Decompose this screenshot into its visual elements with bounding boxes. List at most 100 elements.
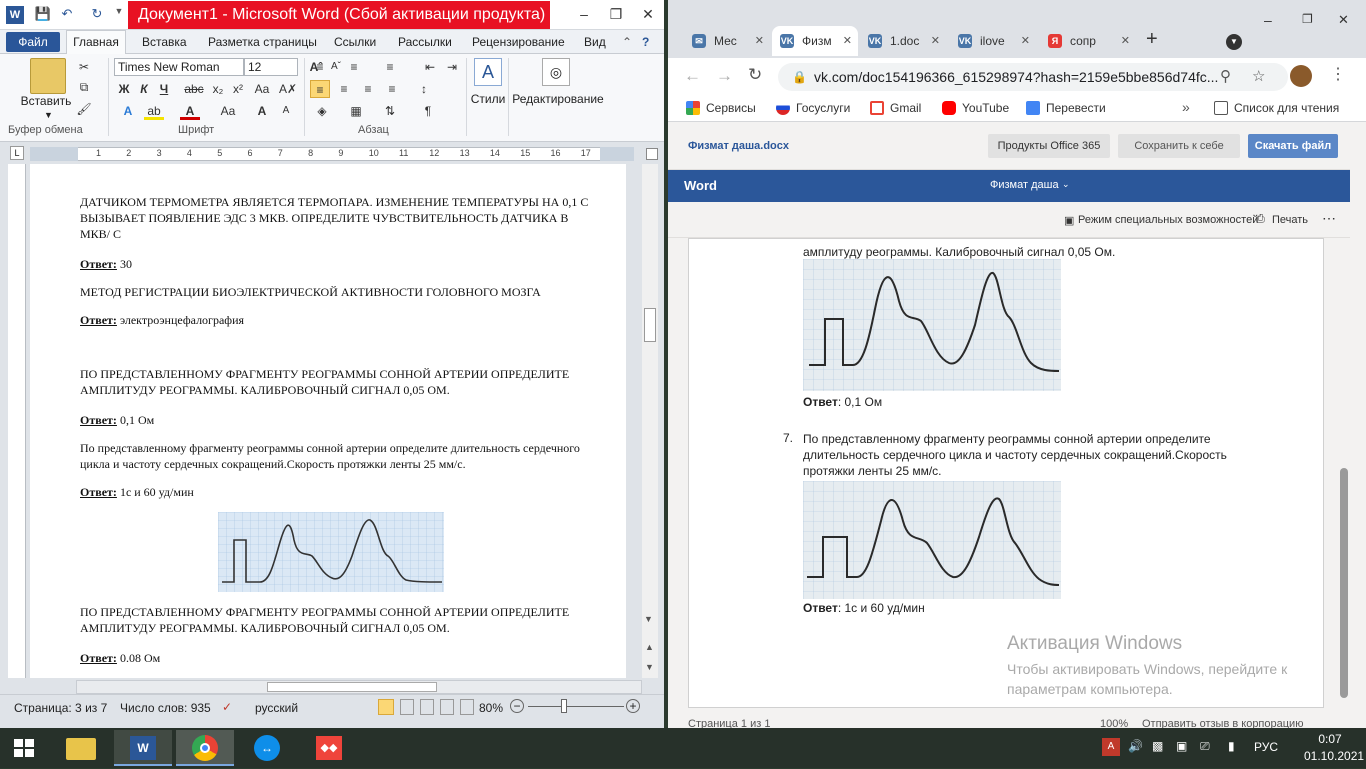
zoom-in-icon[interactable]: + — [626, 699, 640, 713]
bookmark-gmail[interactable]: Gmail — [870, 100, 921, 116]
sort-icon[interactable]: ⇅ — [380, 102, 400, 120]
tab-page-layout[interactable]: Разметка страницы — [208, 33, 317, 51]
align-center-button[interactable]: ≡ — [334, 80, 354, 98]
outline-view-icon[interactable] — [440, 699, 454, 715]
accessibility-mode-button[interactable]: Режим специальных возможностей — [1078, 214, 1258, 226]
reading-list[interactable]: Список для чтения — [1214, 100, 1339, 116]
viewer-document[interactable]: амплитуду реограммы. Калибровочный сигна… — [688, 238, 1324, 708]
taskbar-teamviewer[interactable]: ↔ — [238, 730, 296, 766]
tab-view[interactable]: Вид — [584, 33, 606, 51]
address-bar[interactable]: 🔒 vk.com/doc154196366_615298974?hash=215… — [778, 63, 1288, 91]
doc-title[interactable]: Физмат даша — [990, 179, 1059, 191]
print-button[interactable]: Печать — [1272, 214, 1308, 226]
chevron-down-icon[interactable]: ⌄ — [1062, 179, 1070, 190]
tab-mailings[interactable]: Рассылки — [398, 33, 452, 51]
viewer-scroll-thumb[interactable] — [1340, 468, 1348, 698]
paste-dropdown-icon[interactable]: ▼ — [44, 110, 53, 120]
tab-file[interactable]: Файл — [6, 32, 60, 52]
tab-home[interactable]: Главная — [66, 30, 126, 55]
justify-button[interactable]: ≡ — [382, 80, 402, 98]
monitor-icon[interactable]: ▣ — [1176, 739, 1187, 753]
tab-search-icon[interactable]: ▼ — [1226, 34, 1242, 50]
redo-icon[interactable]: ↻ — [88, 6, 106, 24]
office365-button[interactable]: Продукты Office 365 — [988, 134, 1110, 158]
strikethrough-icon[interactable]: abc — [184, 80, 204, 98]
save-icon[interactable]: 💾 — [34, 6, 52, 24]
subscript-icon[interactable]: x₂ — [208, 80, 228, 98]
battery-icon[interactable]: ▮ — [1228, 739, 1235, 753]
tab-references[interactable]: Ссылки — [334, 33, 376, 51]
paste-icon[interactable] — [30, 58, 66, 94]
ribbon-collapse-icon[interactable]: ⌃ — [622, 33, 632, 51]
chrome-menu-icon[interactable]: ⋮ — [1330, 64, 1346, 84]
superscript-icon[interactable]: x² — [228, 80, 248, 98]
font-color-icon[interactable]: A — [180, 102, 200, 120]
tab-insert[interactable]: Вставка — [142, 33, 187, 51]
bookmark-services[interactable]: Сервисы — [686, 100, 756, 116]
bullets-icon[interactable]: ≡ — [310, 58, 330, 76]
tab-close-icon[interactable]: ✕ — [1121, 26, 1130, 56]
reload-icon[interactable]: ↻ — [748, 65, 762, 85]
underline-button[interactable]: Ч — [154, 80, 174, 98]
browser-tab[interactable]: VK ilove ✕ — [950, 26, 1036, 56]
ruler-strip[interactable] — [30, 147, 634, 161]
avatar[interactable] — [1290, 65, 1312, 87]
enlarge-font-icon[interactable]: A — [252, 102, 272, 120]
format-painter-icon[interactable]: 🖌 — [74, 100, 94, 118]
input-language[interactable]: РУС — [1254, 740, 1278, 754]
change-case-icon[interactable]: Aa — [252, 80, 272, 98]
increase-indent-icon[interactable]: ⇥ — [442, 58, 462, 76]
browser-tab[interactable]: VK 1.doc ✕ — [860, 26, 946, 56]
browser-tab-active[interactable]: VK Физм ✕ — [772, 26, 858, 56]
taskbar-chrome[interactable] — [176, 730, 234, 766]
reduce-font-icon[interactable]: A — [276, 102, 296, 120]
tab-selector-icon[interactable]: L — [10, 146, 24, 160]
help-icon[interactable]: ? — [642, 33, 649, 51]
tab-close-icon[interactable]: ✕ — [755, 26, 764, 56]
clock-time[interactable]: 0:07 — [1308, 732, 1352, 746]
scroll-thumb[interactable] — [644, 308, 656, 342]
web-view-icon[interactable] — [420, 699, 434, 715]
bookmark-translate[interactable]: Перевести — [1026, 100, 1106, 116]
zoom-slider[interactable] — [528, 706, 624, 707]
text-effects-icon[interactable]: A — [118, 102, 138, 120]
tab-close-icon[interactable]: ✕ — [1021, 26, 1030, 56]
reading-view-icon[interactable] — [400, 699, 414, 715]
close-button[interactable]: ✕ — [632, 0, 664, 28]
maximize-icon[interactable]: ❐ — [1302, 12, 1313, 26]
next-page-icon[interactable]: ▼ — [645, 662, 654, 672]
show-marks-icon[interactable]: ¶ — [418, 102, 438, 120]
align-left-button[interactable]: ≡ — [310, 80, 330, 98]
font-size-box[interactable]: 12 — [244, 58, 298, 76]
viewer-scrollbar[interactable] — [1338, 238, 1350, 708]
numbering-icon[interactable]: ≡ — [344, 58, 364, 76]
hscroll-thumb[interactable] — [267, 682, 437, 692]
taskbar-anydesk[interactable]: ◆◆ — [300, 730, 358, 766]
status-zoom[interactable]: 80% — [479, 701, 503, 715]
forward-icon[interactable]: → — [716, 66, 733, 86]
network-icon[interactable]: ▩ — [1152, 739, 1163, 753]
clock-date[interactable]: 01.10.2021 — [1304, 749, 1364, 763]
minimize-button[interactable]: – — [568, 0, 600, 28]
search-icon[interactable]: ⚲ — [1220, 63, 1231, 91]
borders-icon[interactable]: ▦ — [346, 102, 366, 120]
vertical-scrollbar[interactable]: ▼ ▲ ▼ — [642, 164, 658, 678]
minimize-icon[interactable]: – — [1264, 12, 1272, 28]
multilevel-list-icon[interactable]: ≡ — [380, 58, 400, 76]
pdf-tray-icon[interactable]: A — [1102, 738, 1120, 756]
usb-icon[interactable]: ⎚ — [1200, 739, 1210, 754]
editing-button[interactable]: Редактирование — [512, 92, 604, 106]
status-language[interactable]: русский — [255, 701, 298, 715]
italic-button[interactable]: К — [134, 80, 154, 98]
save-to-my-button[interactable]: Сохранить к себе — [1118, 134, 1240, 158]
zoom-out-icon[interactable]: − — [510, 699, 524, 713]
bookmark-gosuslugi[interactable]: Госуслуги — [776, 100, 850, 116]
bookmark-star-icon[interactable]: ☆ — [1252, 63, 1265, 91]
back-icon[interactable]: ← — [684, 66, 701, 86]
decrease-indent-icon[interactable]: ⇤ — [420, 58, 440, 76]
view-ruler-icon[interactable] — [646, 148, 658, 160]
more-icon[interactable]: ⋯ — [1322, 210, 1336, 227]
tab-review[interactable]: Рецензирование — [472, 33, 565, 51]
shading-icon[interactable]: ◈ — [312, 102, 332, 120]
undo-icon[interactable]: ↶ — [58, 6, 76, 24]
